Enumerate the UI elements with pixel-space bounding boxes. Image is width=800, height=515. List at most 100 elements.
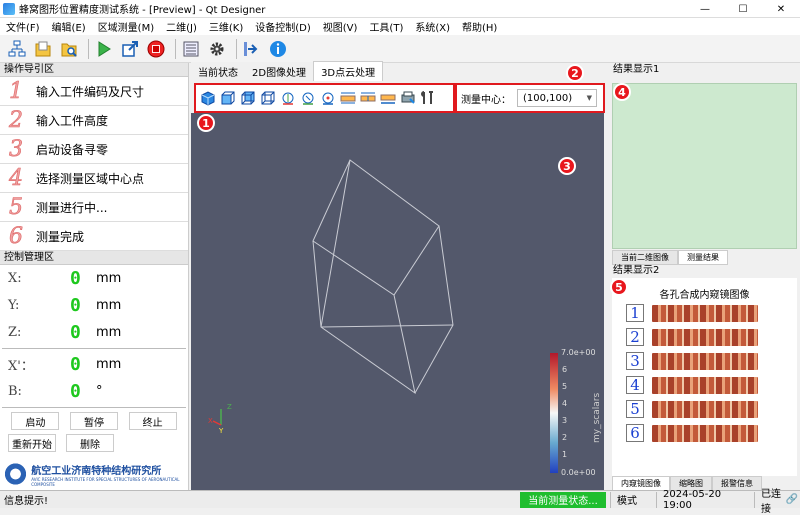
marker-3: 3: [558, 157, 576, 175]
menu-tools[interactable]: 工具(T): [363, 19, 409, 34]
svg-text:Y: Y: [218, 427, 224, 435]
axis-unit: mm: [96, 357, 122, 372]
tab-current-state[interactable]: 当前状态: [191, 62, 245, 81]
step-item[interactable]: 3 启动设备寻零: [0, 135, 188, 164]
left-panel: 操作导引区 1 输入工件编码及尺寸 2 输入工件高度 3 启动设备寻零 4 选择测量区域…: [0, 63, 189, 490]
colorbar-tick: 1: [562, 450, 567, 459]
delete-button[interactable]: 删除: [66, 434, 114, 452]
stop-icon[interactable]: [145, 38, 167, 60]
hole-number: 6: [626, 424, 644, 442]
status-measure-state: 当前测量状态...: [520, 491, 606, 508]
colorbar-tick: 2: [562, 433, 567, 442]
step-number: 1: [9, 78, 24, 104]
gear-icon[interactable]: [206, 38, 228, 60]
menu-bar: 文件(F) 编辑(E) 区域测量(M) 二维(J) 三维(K) 设备控制(D) …: [0, 18, 800, 35]
endoscope-row[interactable]: 3: [612, 349, 797, 373]
axis-label: X'：: [8, 359, 34, 374]
axis-unit: mm: [96, 325, 122, 340]
control-buttons-row1: 启动 暂停 终止: [0, 412, 188, 430]
marker-1: 1: [197, 114, 215, 132]
tab-current-2d-image[interactable]: 当前二维图像: [612, 250, 678, 265]
list-icon[interactable]: [180, 38, 202, 60]
endoscope-row[interactable]: 6: [612, 421, 797, 445]
maximize-icon[interactable]: ☐: [724, 0, 762, 18]
toolbar-separator: [175, 38, 176, 59]
control-buttons-row2: 重新开始 删除: [0, 434, 188, 452]
pause-button[interactable]: 暂停: [69, 412, 118, 430]
nav-section-title: 操作导引区: [0, 63, 188, 77]
colorbar-min: 0.0e+00: [561, 468, 596, 477]
menu-2d[interactable]: 二维(J): [160, 19, 203, 34]
endoscope-row[interactable]: 4: [612, 373, 797, 397]
hole-number: 4: [626, 376, 644, 394]
menu-device-control[interactable]: 设备控制(D): [249, 19, 317, 34]
endoscope-image: [652, 352, 758, 370]
menu-help[interactable]: 帮助(H): [456, 19, 503, 34]
status-bar: 信息提示! 当前测量状态... 模式 2024-05-20 19:00 已连接 🔗: [0, 489, 800, 515]
step-item[interactable]: 5 测量进行中...: [0, 193, 188, 222]
axis-unit: mm: [96, 298, 122, 313]
center-panel: 当前状态 2D图像处理 3D点云处理 测量中心： (100,100) ▼ Z X…: [191, 61, 605, 490]
svg-text:Z: Z: [227, 403, 232, 411]
tab-measure-result[interactable]: 测量结果: [678, 250, 728, 265]
arrow-right-icon[interactable]: [241, 38, 263, 60]
tab-3d-pointcloud[interactable]: 3D点云处理: [313, 61, 384, 81]
step-number: 3: [9, 136, 24, 162]
step-item[interactable]: 6 测量完成: [0, 222, 188, 251]
tab-2d-image[interactable]: 2D图像处理: [245, 62, 314, 81]
marker-4: 4: [613, 83, 631, 101]
step-item[interactable]: 4 选择测量区域中心点: [0, 164, 188, 193]
link-icon: 🔗: [785, 494, 798, 505]
play-icon[interactable]: [93, 38, 115, 60]
hole-number: 5: [626, 400, 644, 418]
main-toolbar: [0, 35, 800, 63]
ctrl-section-title: 控制管理区: [0, 251, 188, 265]
export-icon[interactable]: [119, 38, 141, 60]
right-panel: 结果显示1 4 当前二维图像 测量结果 结果显示2 各孔合成内窥镜图像 1 2 …: [607, 63, 800, 491]
step-label: 选择测量区域中心点: [36, 171, 145, 186]
axis-triad: Z X Y: [208, 403, 232, 435]
step-label: 测量进行中...: [36, 200, 108, 215]
menu-system[interactable]: 系统(X): [409, 19, 456, 34]
axis-value: 0: [70, 322, 81, 343]
organization-logo: 航空工业济南特种结构研究所 AVIC RESEARCH INSTITUTE FO…: [4, 460, 186, 488]
step-item[interactable]: 2 输入工件高度: [0, 106, 188, 135]
search-file-icon[interactable]: [58, 38, 80, 60]
status-mode: 模式: [610, 491, 656, 508]
highlight-box-1: [194, 83, 455, 113]
colorbar-label: my_scalars: [592, 393, 602, 443]
menu-file[interactable]: 文件(F): [0, 19, 46, 34]
structure-icon[interactable]: [6, 38, 28, 60]
axis-label: Y:: [8, 298, 20, 313]
start-button[interactable]: 启动: [11, 412, 60, 430]
menu-edit[interactable]: 编辑(E): [46, 19, 92, 34]
folder-icon[interactable]: [32, 38, 54, 60]
info-icon[interactable]: [267, 38, 289, 60]
colorbar-tick: 6: [562, 365, 567, 374]
toolbar-separator: [88, 38, 89, 59]
minimize-icon[interactable]: —: [686, 0, 724, 18]
tab-endoscope-image[interactable]: 内窥镜图像: [612, 476, 670, 491]
close-icon[interactable]: ✕: [762, 0, 800, 18]
axis-value: 0: [70, 381, 81, 402]
3d-viewport[interactable]: Z X Y 7.0e+00 6 5 4 3 2 1 0.0e+00 my_sca…: [191, 113, 604, 490]
status-connection-label: 已连接: [761, 488, 781, 515]
menu-region-measure[interactable]: 区域测量(M): [92, 19, 160, 34]
colorbar-tick: 5: [562, 382, 567, 391]
endoscope-row[interactable]: 2: [612, 325, 797, 349]
step-item[interactable]: 1 输入工件编码及尺寸: [0, 77, 188, 106]
menu-3d[interactable]: 三维(K): [203, 19, 249, 34]
axis-row-b: B: 0 °: [0, 378, 188, 405]
endoscope-row[interactable]: 1: [612, 301, 797, 325]
step-number: 5: [9, 194, 24, 220]
result1-display: [612, 83, 797, 249]
step-label: 测量完成: [36, 229, 85, 244]
endoscope-row[interactable]: 5: [612, 397, 797, 421]
axis-label: Z:: [8, 325, 22, 340]
stop-button[interactable]: 终止: [128, 412, 177, 430]
center-tabs: 当前状态 2D图像处理 3D点云处理: [191, 61, 604, 81]
hole-number: 2: [626, 328, 644, 346]
menu-view[interactable]: 视图(V): [317, 19, 364, 34]
step-label: 启动设备寻零: [36, 142, 109, 157]
restart-button[interactable]: 重新开始: [8, 434, 56, 452]
